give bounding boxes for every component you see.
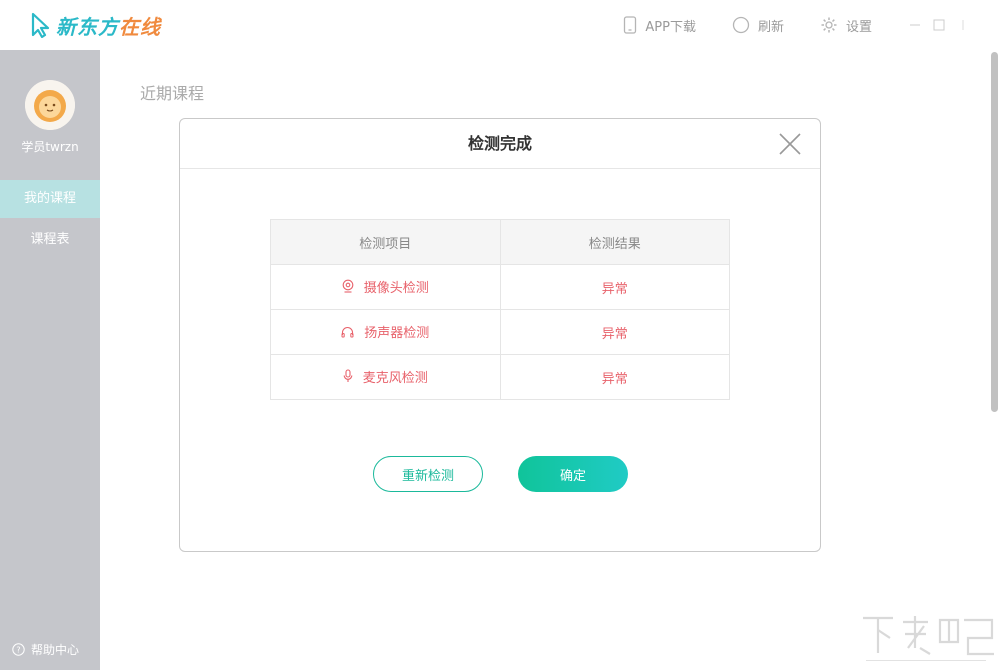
headphones-icon <box>341 326 354 338</box>
close-icon <box>779 133 801 155</box>
brand-name-part2: 在线 <box>119 14 161 39</box>
item-label: 麦克风检测 <box>362 370 428 386</box>
table-row: 麦克风检测 异常 <box>270 354 731 400</box>
confirm-button[interactable]: 确定 <box>518 456 628 492</box>
table-cell-item: 麦克风检测 <box>270 354 501 400</box>
close-dialog-button[interactable] <box>778 132 802 156</box>
camera-icon <box>342 279 354 293</box>
watermark-logo <box>863 616 994 661</box>
item-label: 摄像头检测 <box>363 280 429 296</box>
table-cell-result: 异常 <box>499 264 731 310</box>
table-row: 扬声器检测 异常 <box>270 309 731 355</box>
phone-icon <box>624 16 637 34</box>
brand-logo: 新东方在线 <box>30 10 161 40</box>
logo-mark-icon <box>31 12 50 38</box>
table-header-row: 检测项目 检测结果 <box>270 219 731 265</box>
refresh-button[interactable]: 刷新 <box>732 16 784 35</box>
column-header-result: 检测结果 <box>499 219 731 265</box>
user-name: 学员twrzn <box>21 140 79 154</box>
title-bar: 新东方在线 APP下载 刷新 设置 <box>0 0 1000 50</box>
close-window-icon <box>962 20 964 30</box>
refresh-icon <box>732 16 750 34</box>
scrollbar-thumb[interactable] <box>991 52 998 412</box>
table-cell-result: 异常 <box>499 354 731 400</box>
table-cell-item: 摄像头检测 <box>270 264 501 310</box>
dialog-title: 检测完成 <box>467 134 532 153</box>
refresh-label: 刷新 <box>757 19 784 35</box>
help-center-label: 帮助中心 <box>31 643 80 657</box>
table-row: 摄像头检测 异常 <box>270 264 731 310</box>
table-cell-item: 扬声器检测 <box>270 309 501 355</box>
window-controls <box>908 18 970 32</box>
minimize-button[interactable] <box>908 18 922 32</box>
brand-name: 新东方在线 <box>56 11 161 40</box>
gear-icon <box>821 17 837 33</box>
svg-text:?: ? <box>16 646 20 655</box>
scrollbar[interactable] <box>988 50 1000 670</box>
microphone-icon <box>343 369 353 383</box>
help-center-link[interactable]: ? 帮助中心 <box>12 641 79 658</box>
help-icon: ? <box>12 643 25 656</box>
item-label: 扬声器检测 <box>364 326 430 342</box>
sidebar-item-my-courses[interactable]: 我的课程 <box>0 180 100 218</box>
check-table: 检测项目 检测结果 摄像头检测 异常 扬声器检测 异常 麦克风检测 异常 <box>270 219 731 400</box>
avatar[interactable] <box>25 80 75 130</box>
column-header-item: 检测项目 <box>270 219 501 265</box>
app-download-label: APP下载 <box>645 19 696 35</box>
minimize-icon <box>910 24 920 26</box>
maximize-button[interactable] <box>932 18 946 32</box>
sidebar: 学员twrzn 我的课程 课程表 ? 帮助中心 <box>0 50 100 670</box>
top-actions: APP下载 刷新 设置 <box>605 0 970 50</box>
table-cell-result: 异常 <box>499 309 731 355</box>
settings-label: 设置 <box>845 19 872 35</box>
app-download-button[interactable]: APP下载 <box>623 16 696 35</box>
lion-avatar-icon <box>25 80 75 130</box>
retry-check-button[interactable]: 重新检测 <box>373 456 483 492</box>
check-result-dialog: 检测完成 检测项目 检测结果 摄像头检测 异常 扬声器检测 异常 麦克风检测 异… <box>179 118 821 552</box>
section-title: 近期课程 <box>140 84 205 103</box>
close-window-button[interactable] <box>956 18 970 32</box>
settings-button[interactable]: 设置 <box>820 16 872 35</box>
brand-name-part1: 新东方 <box>56 14 119 39</box>
dialog-header: 检测完成 <box>180 119 820 169</box>
maximize-icon <box>933 19 945 31</box>
sidebar-item-schedule[interactable]: 课程表 <box>0 221 100 259</box>
